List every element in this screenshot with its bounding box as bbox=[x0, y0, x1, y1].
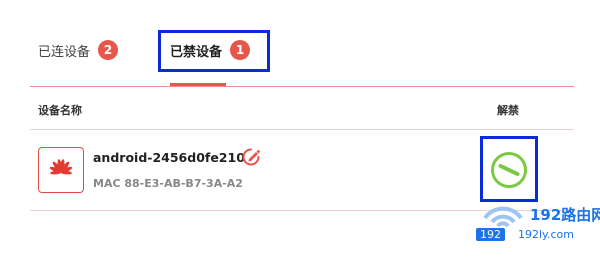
annotation-highlight-box bbox=[158, 30, 270, 72]
tab-connected-label: 已连设备 bbox=[38, 44, 91, 60]
huawei-logo bbox=[38, 147, 84, 193]
wifi-icon bbox=[483, 206, 523, 228]
connected-count-badge: 2 bbox=[98, 40, 119, 60]
device-tabs: 已连设备 2 已禁设备 1 bbox=[0, 0, 600, 88]
watermark-url: 192ly.com bbox=[518, 228, 574, 241]
tab-connected-devices[interactable]: 已连设备 2 bbox=[38, 36, 119, 64]
device-mac: MAC 88-E3-AB-B7-3A-A2 bbox=[93, 177, 243, 190]
column-header-unblock: 解禁 bbox=[497, 104, 519, 117]
unblock-button[interactable] bbox=[489, 150, 529, 190]
watermark-number: 192 bbox=[476, 228, 505, 241]
edit-pencil-icon bbox=[242, 148, 261, 166]
device-name: android-2456d0fe210 bbox=[93, 150, 245, 165]
huawei-logo-icon bbox=[49, 159, 73, 175]
column-header-device-name: 设备名称 bbox=[38, 104, 82, 117]
watermark: 192路由网 192 192ly.com bbox=[470, 200, 600, 262]
watermark-title: 192路由网 bbox=[530, 206, 600, 224]
edit-icon[interactable] bbox=[240, 146, 262, 168]
unblock-icon bbox=[491, 152, 527, 188]
tab-divider bbox=[30, 86, 574, 87]
